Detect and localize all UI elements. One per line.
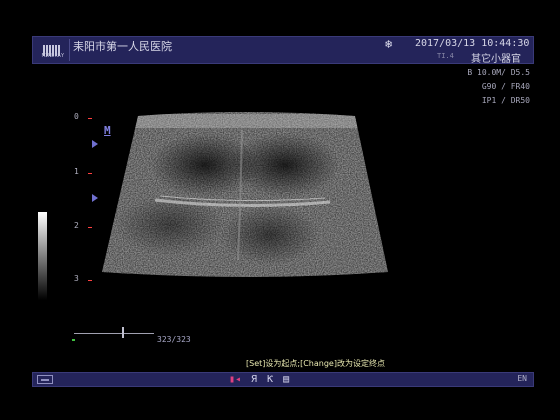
param-frequency: B 10.0M/ D5.5 [467, 68, 530, 77]
depth-tick [88, 280, 92, 281]
cine-start-marker [72, 339, 75, 341]
snowflake-icon: ❄ [385, 37, 393, 51]
param-dynamic-range: IP1 / DR50 [481, 96, 530, 105]
cine-slider-handle[interactable] [122, 327, 124, 338]
ruler-icon[interactable]: Я [251, 373, 257, 386]
grayscale-bar [38, 212, 47, 300]
datetime: 2017/03/13 10:44:30 [415, 38, 530, 49]
ultrasound-image[interactable] [100, 110, 400, 290]
focus-marker-icon [92, 140, 98, 148]
depth-label-0: 0 [74, 112, 79, 121]
cine-frame-counter: 323/323 [157, 335, 191, 344]
bottom-toolbar: ▮◂ Я Ƙ ▤ EN [32, 372, 534, 387]
report-icon[interactable]: ▤ [283, 373, 289, 386]
top-info-bar: MINDRAY 耒阳市第一人民医院 ❄ 2017/03/13 10:44:30 … [32, 36, 534, 65]
focus-marker-icon [92, 194, 98, 202]
imaging-parameters: B 10.0M/ D5.5 G90 / FR40 IP1 / DR50 [467, 66, 530, 108]
thermal-index: TI.4 [437, 52, 454, 60]
cine-icon[interactable]: ▮◂ [229, 373, 241, 386]
mindray-logo: MINDRAY [37, 39, 70, 61]
param-gain: G90 / FR40 [481, 82, 530, 91]
menu-icon[interactable] [37, 375, 53, 384]
measure-icon[interactable]: Ƙ [267, 373, 273, 386]
depth-tick [88, 118, 92, 119]
depth-label-3: 3 [74, 274, 79, 283]
depth-tick [88, 227, 92, 228]
language-indicator[interactable]: EN [517, 374, 527, 383]
depth-label-1: 1 [74, 167, 79, 176]
ultrasound-scan [102, 112, 388, 277]
logo-text: MINDRAY [41, 53, 65, 59]
depth-label-2: 2 [74, 221, 79, 230]
depth-tick [88, 173, 92, 174]
help-hint: [Set]设为起点;[Change]改为设定终点 [246, 359, 385, 368]
hospital-name: 耒阳市第一人民医院 [73, 40, 172, 53]
exam-preset: 其它小器官 [471, 54, 521, 65]
cine-progress-track[interactable] [74, 333, 154, 334]
